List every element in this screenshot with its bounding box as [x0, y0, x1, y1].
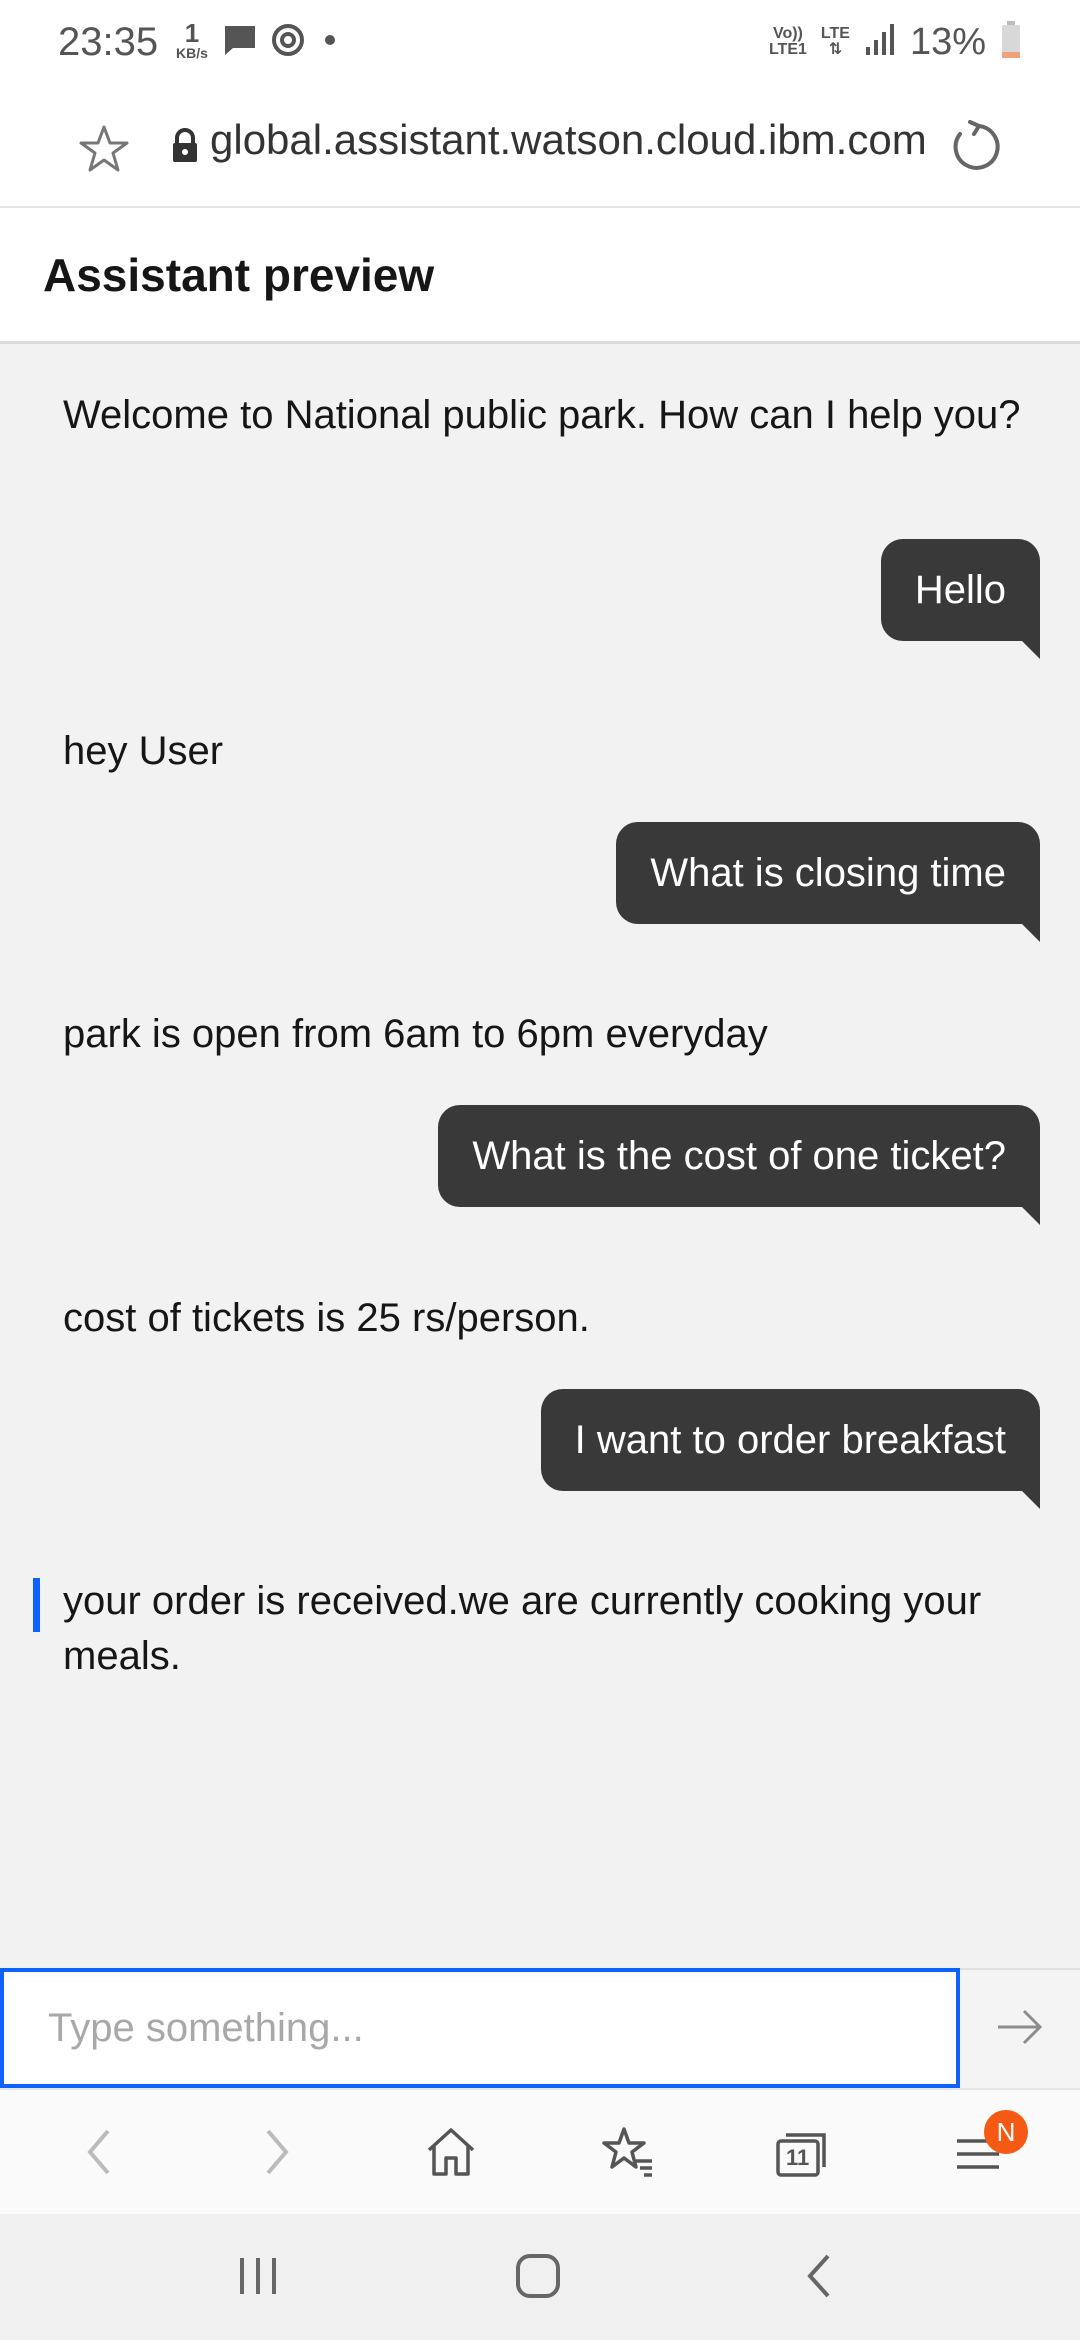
forward-button[interactable] — [236, 2114, 316, 2194]
user-message: Hello — [880, 539, 1041, 659]
user-message: What is closing time — [616, 822, 1040, 942]
sync-notification-icon — [270, 22, 306, 63]
home-square-icon — [514, 2252, 562, 2305]
system-status: Vo)) LTE1 LTE ⇅ 13% — [769, 18, 1022, 66]
back-button[interactable] — [60, 2114, 140, 2194]
status-bar: 23:35 1 KB/s Vo)) LTE1 LTE ⇅ 13% — [0, 0, 1080, 86]
network-speed: 1 KB/s — [170, 20, 214, 60]
bot-message: Welcome to National public park. How can… — [63, 393, 1021, 437]
tabs-button[interactable]: 11 — [762, 2114, 842, 2194]
browser-toolbar: 11 N — [0, 2088, 1080, 2214]
bot-message: cost of tickets is 25 rs/person. — [63, 1296, 590, 1340]
page-title: Assistant preview — [43, 249, 435, 301]
chat-input[interactable] — [0, 1968, 960, 2088]
browser-url-bar: global.assistant.watson.cloud.ibm.com — [0, 86, 1080, 208]
signal-strength-icon — [864, 23, 896, 62]
chat-input-bar — [0, 1968, 1080, 2088]
bot-message: hey User — [63, 729, 224, 773]
back-nav-button[interactable] — [780, 2246, 860, 2310]
system-navigation-bar — [0, 2214, 1080, 2340]
app-header: Assistant preview — [0, 210, 1080, 344]
more-notifications-dot-icon — [318, 22, 342, 63]
lte-label: LTE — [820, 25, 850, 42]
url-text: global.assistant.watson.cloud.ibm.com — [210, 116, 927, 163]
notification-icons — [222, 22, 342, 62]
arrow-right-icon — [996, 2007, 1044, 2052]
user-message: What is the cost of one ticket? — [438, 1105, 1040, 1225]
volte-bottom-label: LTE1 — [768, 41, 807, 58]
user-message: I want to order breakfast — [540, 1389, 1041, 1509]
bookmarks-button[interactable] — [588, 2114, 668, 2194]
bot-message-latest: your order is received.we are currently … — [33, 1574, 983, 1684]
lte-indicator: LTE ⇅ — [821, 26, 850, 58]
tab-count: 11 — [786, 2145, 810, 2170]
chevron-right-icon — [256, 2127, 296, 2182]
bookmark-star-icon[interactable] — [78, 124, 130, 179]
status-time: 23:35 — [58, 20, 159, 64]
menu-button[interactable]: N — [938, 2110, 1028, 2194]
tabs-icon: 11 — [774, 2129, 830, 2179]
home-nav-button[interactable] — [498, 2246, 578, 2310]
chat-transcript: Welcome to National public park. How can… — [0, 344, 1080, 1968]
recent-apps-icon — [236, 2256, 280, 2301]
home-button[interactable] — [411, 2114, 491, 2194]
url-address[interactable]: global.assistant.watson.cloud.ibm.com — [210, 116, 930, 164]
back-arrow-icon — [802, 2252, 838, 2305]
volte-top-label: Vo)) — [772, 25, 803, 42]
lock-icon — [170, 128, 200, 169]
chevron-left-icon — [80, 2127, 120, 2182]
recent-apps-button[interactable] — [218, 2246, 298, 2310]
battery-icon — [1000, 20, 1022, 65]
home-icon — [424, 2125, 478, 2184]
send-button[interactable] — [960, 1968, 1080, 2088]
volte-indicator: Vo)) LTE1 — [769, 26, 807, 58]
reload-icon[interactable] — [948, 120, 1002, 179]
battery-percent: 13% — [909, 20, 986, 63]
network-speed-value: 1 — [184, 18, 200, 48]
message-notification-icon — [222, 22, 258, 63]
network-speed-unit: KB/s — [176, 45, 208, 61]
star-list-icon — [600, 2125, 656, 2184]
data-arrows-icon: ⇅ — [828, 41, 843, 58]
notification-badge: N — [984, 2110, 1028, 2154]
bot-message: park is open from 6am to 6pm everyday — [63, 1012, 768, 1056]
